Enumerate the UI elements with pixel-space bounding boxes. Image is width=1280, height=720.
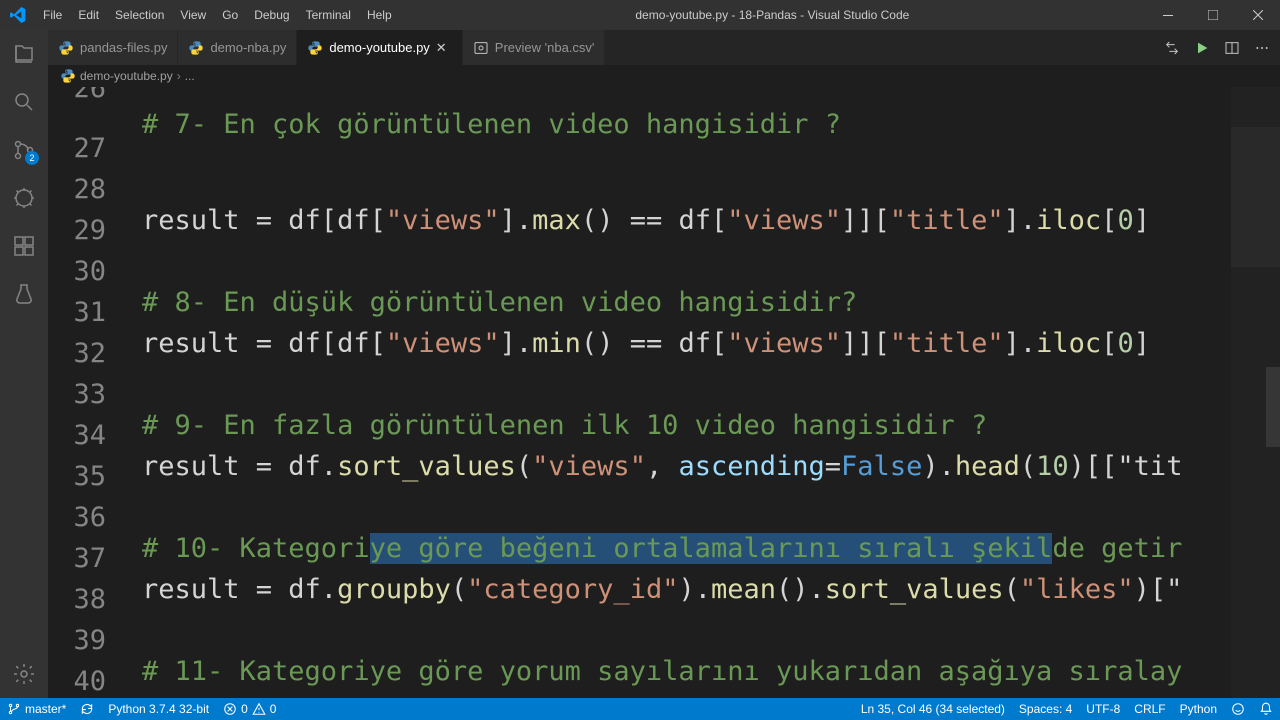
menu-edit[interactable]: Edit xyxy=(70,0,107,30)
code-content[interactable]: # 7- En çok görüntülenen video hangisidi… xyxy=(128,87,1280,698)
menu-selection[interactable]: Selection xyxy=(107,0,172,30)
maximize-button[interactable] xyxy=(1190,0,1235,30)
status-encoding[interactable]: UTF-8 xyxy=(1079,698,1127,720)
menu-go[interactable]: Go xyxy=(214,0,246,30)
tab-label: demo-nba.py xyxy=(210,40,286,55)
activity-extensions[interactable] xyxy=(0,222,48,270)
split-editor-icon[interactable] xyxy=(1224,40,1240,56)
activity-settings[interactable] xyxy=(0,650,48,698)
status-sync[interactable] xyxy=(73,698,101,720)
title-bar: File Edit Selection View Go Debug Termin… xyxy=(0,0,1280,30)
editor-group: pandas-files.py demo-nba.py demo-youtube… xyxy=(48,30,1280,698)
status-bar: master* Python 3.7.4 32-bit 0 0 Ln 35, C… xyxy=(0,698,1280,720)
python-icon xyxy=(58,40,74,56)
tab-actions xyxy=(1154,40,1280,56)
activity-testing[interactable] xyxy=(0,270,48,318)
line-number-gutter: 26 272829303132333435363738394041 xyxy=(48,87,128,698)
activity-debug[interactable] xyxy=(0,174,48,222)
vertical-scrollbar[interactable] xyxy=(1266,367,1280,447)
menu-terminal[interactable]: Terminal xyxy=(298,0,359,30)
tab-preview-nba[interactable]: Preview 'nba.csv' xyxy=(463,30,606,65)
minimize-button[interactable] xyxy=(1145,0,1190,30)
menu-help[interactable]: Help xyxy=(359,0,400,30)
tab-demo-nba[interactable]: demo-nba.py xyxy=(178,30,297,65)
close-button[interactable] xyxy=(1235,0,1280,30)
text-editor[interactable]: 26 272829303132333435363738394041 # 7- E… xyxy=(48,87,1280,698)
main-area: 2 pandas-files.py xyxy=(0,30,1280,698)
preview-icon xyxy=(473,40,489,56)
tabs-bar: pandas-files.py demo-nba.py demo-youtube… xyxy=(48,30,1280,65)
breadcrumb-rest: ... xyxy=(185,69,195,83)
tab-label: demo-youtube.py xyxy=(329,40,429,55)
status-eol[interactable]: CRLF xyxy=(1127,698,1172,720)
activity-bar: 2 xyxy=(0,30,48,698)
python-icon xyxy=(188,40,204,56)
close-icon[interactable]: ✕ xyxy=(436,40,452,56)
activity-scm[interactable]: 2 xyxy=(0,126,48,174)
python-icon xyxy=(307,40,323,56)
status-feedback[interactable] xyxy=(1224,698,1252,720)
activity-search[interactable] xyxy=(0,78,48,126)
python-icon xyxy=(60,68,76,84)
status-cursor[interactable]: Ln 35, Col 46 (34 selected) xyxy=(854,698,1012,720)
status-spaces[interactable]: Spaces: 4 xyxy=(1012,698,1079,720)
breadcrumb-file: demo-youtube.py xyxy=(80,69,173,83)
more-icon[interactable] xyxy=(1254,40,1270,56)
tab-demo-youtube[interactable]: demo-youtube.py ✕ xyxy=(297,30,462,65)
tab-pandas-files[interactable]: pandas-files.py xyxy=(48,30,178,65)
compare-changes-icon[interactable] xyxy=(1164,40,1180,56)
menu-view[interactable]: View xyxy=(172,0,214,30)
chevron-right-icon: › xyxy=(177,69,181,83)
scm-badge: 2 xyxy=(25,151,39,165)
window-title: demo-youtube.py - 18-Pandas - Visual Stu… xyxy=(400,8,1145,22)
vscode-icon xyxy=(0,0,35,30)
status-bell[interactable] xyxy=(1252,698,1280,720)
menu-debug[interactable]: Debug xyxy=(246,0,297,30)
tab-label: Preview 'nba.csv' xyxy=(495,40,595,55)
status-python[interactable]: Python 3.7.4 32-bit xyxy=(101,698,216,720)
breadcrumbs[interactable]: demo-youtube.py › ... xyxy=(48,65,1280,87)
status-problems[interactable]: 0 0 xyxy=(216,698,283,720)
activity-explorer[interactable] xyxy=(0,30,48,78)
menu-bar: File Edit Selection View Go Debug Termin… xyxy=(35,0,400,30)
status-lang[interactable]: Python xyxy=(1173,698,1224,720)
menu-file[interactable]: File xyxy=(35,0,70,30)
window-controls xyxy=(1145,0,1280,30)
status-branch[interactable]: master* xyxy=(0,698,73,720)
run-icon[interactable] xyxy=(1194,40,1210,56)
tab-label: pandas-files.py xyxy=(80,40,167,55)
